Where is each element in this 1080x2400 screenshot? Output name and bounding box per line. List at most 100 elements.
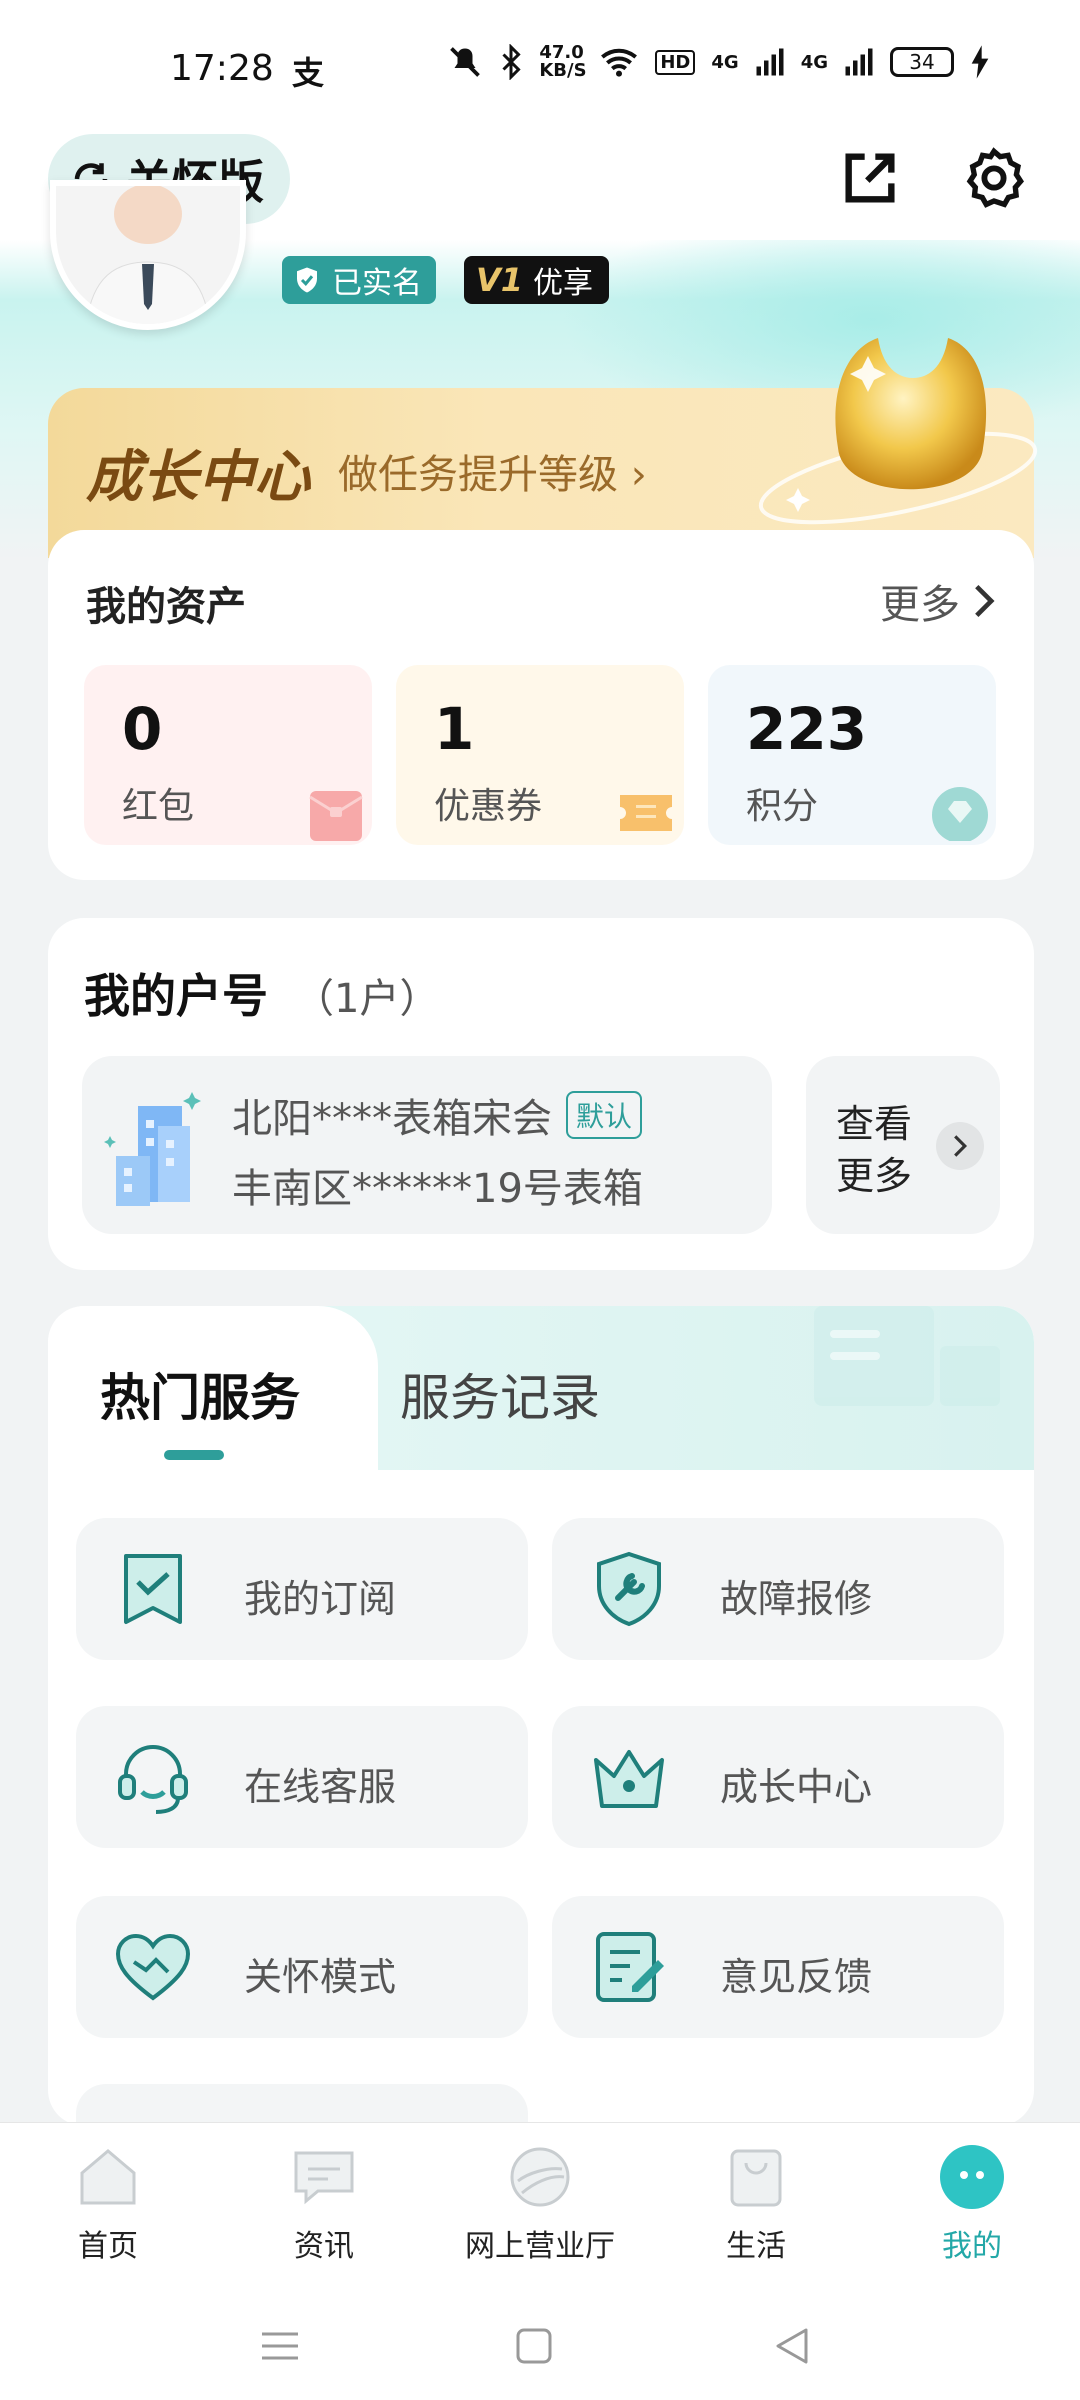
verified-label: 已实名 (332, 266, 422, 301)
tab-hot-label: 热门服务 (100, 1369, 300, 1427)
asset-label: 积分 (746, 786, 819, 827)
building-icon (104, 1092, 201, 1206)
services-card: 热门服务 服务记录 我的订阅 故障报修 在线客服 成长中心 关怀模式 意见反馈 (48, 1306, 1034, 2126)
profile-face-icon (940, 2145, 1004, 2209)
asset-label: 优惠券 (434, 786, 543, 827)
nav-home[interactable]: 首页 (0, 2141, 216, 2265)
account-address: 丰南区******19号表箱 (232, 1166, 643, 1212)
bottom-navigation: 首页 资讯 网上营业厅 生活 我的 (0, 2122, 1080, 2292)
asset-points[interactable]: 223 积分 (708, 665, 996, 845)
nav-online-hall[interactable]: 网上营业厅 (432, 2141, 648, 2265)
verified-shield-icon (297, 267, 317, 293)
vip-badge[interactable]: V1 优享 (464, 256, 610, 304)
status-time: 17:28 (170, 48, 274, 89)
service-label: 意见反馈 (720, 1955, 873, 1999)
service-online-support[interactable]: 在线客服 (76, 1706, 528, 1848)
red-envelope-icon (309, 791, 363, 841)
signal-1: 4G (711, 51, 739, 73)
tab-active-indicator (164, 1450, 224, 1460)
asset-value: 1 (434, 695, 475, 763)
system-navigation-bar (0, 2292, 1080, 2400)
feedback-edit-icon (596, 1932, 664, 2002)
asset-label: 红包 (122, 786, 195, 827)
service-label: 在线客服 (244, 1765, 397, 1809)
nav-label: 网上营业厅 (465, 2229, 615, 2264)
growth-title: 成长中心 (86, 445, 310, 510)
status-bar: 17:28 支 47.0 KB/S HD 4G 4G 34 (0, 0, 1080, 130)
asset-coupon[interactable]: 1 优惠券 (396, 665, 684, 845)
verified-badge: 已实名 (282, 256, 436, 304)
account-view-more-button[interactable]: 查看 更多 (806, 1056, 1000, 1234)
service-decoration-icon (814, 1306, 1000, 1406)
tab-service-records[interactable]: 服务记录 (400, 1358, 600, 1430)
bluetooth-icon (502, 44, 521, 80)
hd-icon: HD (655, 49, 696, 75)
nav-label: 我的 (942, 2229, 1002, 2264)
nav-label: 首页 (78, 2229, 138, 2264)
growth-subtitle: 做任务提升等级 › (338, 452, 647, 498)
back-icon[interactable] (768, 2322, 816, 2370)
account-name: 北阳****表箱宋会 (232, 1096, 552, 1142)
view-more-line2: 更多 (836, 1154, 913, 1198)
avatar-person-icon (56, 186, 240, 324)
globe-icon (510, 2147, 570, 2207)
charging-icon (971, 45, 989, 79)
service-fault-repair[interactable]: 故障报修 (552, 1518, 1004, 1660)
alipay-notification-icon: 支 (292, 54, 325, 92)
view-more-label: 查看 更多 (836, 1098, 912, 1202)
nav-news[interactable]: 资讯 (216, 2141, 432, 2265)
account-count: （1户） (294, 976, 440, 1022)
signal-2: 4G (800, 51, 828, 73)
heart-handshake-icon (115, 1933, 191, 2001)
repair-shield-icon (597, 1551, 661, 1627)
chevron-right-icon (975, 584, 995, 618)
battery-level: 34 (909, 50, 935, 74)
nav-label: 生活 (726, 2229, 786, 2264)
headset-icon (118, 1745, 188, 1814)
service-my-subscription[interactable]: 我的订阅 (76, 1518, 528, 1660)
subscription-icon (124, 1554, 182, 1624)
signal-bars-2-icon (845, 48, 873, 76)
account-item[interactable]: 北阳****表箱宋会 默认 丰南区******19号表箱 (82, 1056, 772, 1234)
service-label: 我的订阅 (244, 1577, 397, 1621)
coupon-icon (620, 795, 672, 831)
battery-icon: 34 (890, 47, 954, 77)
home-icon (80, 2149, 136, 2205)
service-care-mode[interactable]: 关怀模式 (76, 1896, 528, 2038)
asset-value: 0 (122, 695, 163, 763)
service-label: 故障报修 (720, 1577, 873, 1621)
share-icon[interactable] (838, 146, 902, 210)
nav-life[interactable]: 生活 (648, 2141, 864, 2265)
assets-more-link[interactable]: 更多 (880, 572, 998, 630)
shopping-bag-icon (730, 2149, 782, 2207)
asset-red-envelope[interactable]: 0 红包 (84, 665, 372, 845)
wifi-icon (601, 48, 638, 77)
mute-icon (450, 47, 481, 77)
view-more-line1: 查看 (836, 1102, 913, 1146)
assets-more-label: 更多 (880, 582, 960, 628)
service-label: 关怀模式 (244, 1955, 397, 1999)
crown-icon (594, 1750, 664, 1808)
status-icons: 47.0 KB/S HD 4G 4G 34 (447, 44, 990, 80)
my-assets-card: 我的资产 更多 0 红包 1 优惠券 223 积分 (48, 530, 1034, 880)
nav-mine[interactable]: 我的 (864, 2141, 1080, 2265)
gear-icon[interactable] (962, 146, 1026, 210)
net-speed: 47.0 KB/S (539, 42, 587, 81)
diamond-icon (932, 787, 988, 841)
menu-icon[interactable] (256, 2322, 304, 2370)
nav-label: 资讯 (294, 2229, 354, 2264)
tab-hot-services[interactable]: 热门服务 (48, 1306, 378, 1470)
service-feedback[interactable]: 意见反馈 (552, 1896, 1004, 2038)
default-tag: 默认 (566, 1091, 643, 1139)
service-item-partial[interactable] (76, 2084, 528, 2126)
assets-title: 我的资产 (86, 584, 246, 630)
asset-value: 223 (746, 695, 868, 763)
vip-level: V1 (476, 261, 524, 299)
home-square-icon[interactable] (510, 2322, 558, 2370)
service-growth-center[interactable]: 成长中心 (552, 1706, 1004, 1848)
account-title: 我的户号 (84, 969, 268, 1023)
mascot-icon (758, 338, 1038, 525)
account-name-row: 北阳****表箱宋会 默认 (232, 1086, 643, 1144)
signal-bars-1-icon (756, 48, 784, 76)
my-account-card: 我的户号 （1户） 北阳****表箱宋会 默认 丰南区******19号表箱 查… (48, 918, 1034, 1270)
